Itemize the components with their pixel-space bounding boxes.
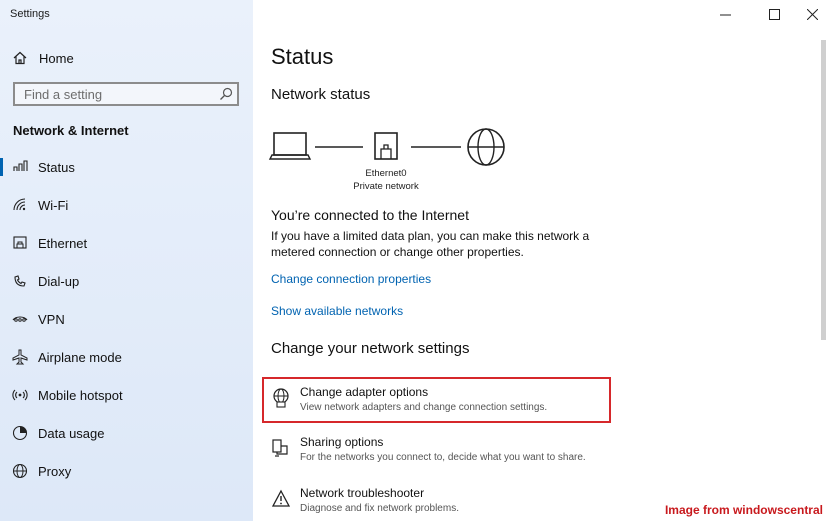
sidebar-nav: Status Wi-Fi Ethernet Dial-up VPN Airpla…	[0, 148, 253, 490]
sidebar-item-label: Mobile hotspot	[38, 387, 123, 403]
sidebar-item-label: VPN	[38, 311, 65, 327]
sidebar-item-wifi[interactable]: Wi-Fi	[0, 186, 253, 224]
home-icon	[13, 51, 27, 65]
minimize-button[interactable]	[707, 0, 743, 28]
sidebar-item-label: Wi-Fi	[38, 197, 69, 213]
warning-icon	[271, 489, 291, 507]
connection-status-heading: You’re connected to the Internet	[271, 207, 469, 223]
sharing-options[interactable]: Sharing options For the networks you con…	[268, 435, 608, 473]
highlight-box	[262, 377, 611, 423]
status-icon	[13, 160, 28, 171]
maximize-button[interactable]	[756, 0, 792, 28]
sidebar-item-status[interactable]: Status	[0, 148, 253, 186]
home-label: Home	[39, 50, 74, 66]
ethernet-adapter-icon	[374, 132, 398, 160]
sidebar-item-label: Airplane mode	[38, 349, 122, 365]
hotspot-icon	[12, 389, 28, 401]
network-type: Private network	[353, 181, 419, 192]
sidebar-item-label: Ethernet	[38, 235, 88, 251]
sidebar-item-proxy[interactable]: Proxy	[0, 452, 253, 490]
section-title: Network & Internet	[13, 123, 129, 138]
dialup-icon	[14, 275, 26, 287]
data-usage-icon	[12, 425, 28, 441]
laptop-icon	[268, 132, 312, 160]
option-subtitle: Diagnose and fix network problems.	[300, 503, 459, 514]
search-icon[interactable]	[219, 87, 233, 101]
sidebar-item-label: Data usage	[38, 425, 105, 441]
network-status-heading: Network status	[271, 86, 371, 103]
home-nav-item[interactable]: Home	[13, 48, 74, 68]
option-title: Network troubleshooter	[300, 486, 425, 500]
close-icon	[806, 8, 818, 20]
sidebar-item-data-usage[interactable]: Data usage	[0, 414, 253, 452]
option-subtitle: For the networks you connect to, decide …	[300, 452, 586, 463]
sidebar-item-airplane-mode[interactable]: Airplane mode	[0, 338, 253, 376]
change-settings-heading: Change your network settings	[271, 340, 470, 357]
vpn-icon	[12, 316, 28, 322]
sidebar-item-mobile-hotspot[interactable]: Mobile hotspot	[0, 376, 253, 414]
search-box[interactable]	[13, 82, 239, 106]
internet-globe-icon	[467, 128, 505, 166]
close-button[interactable]	[794, 0, 830, 28]
sidebar-item-dialup[interactable]: Dial-up	[0, 262, 253, 300]
change-connection-properties-link[interactable]: Change connection properties	[271, 272, 431, 286]
globe-icon	[12, 463, 28, 479]
adapter-name: Ethernet0	[365, 168, 407, 179]
network-troubleshooter[interactable]: Network troubleshooter Diagnose and fix …	[268, 486, 608, 524]
airplane-icon	[12, 349, 28, 365]
show-available-networks-link[interactable]: Show available networks	[271, 304, 403, 318]
image-credit: Image from windowscentral	[664, 503, 823, 517]
sidebar-item-ethernet[interactable]: Ethernet	[0, 224, 253, 262]
network-diagram	[268, 128, 505, 166]
sharing-icon	[272, 439, 288, 457]
sidebar: Settings Home Network & Internet Status …	[0, 0, 253, 521]
option-title: Sharing options	[300, 435, 384, 449]
sidebar-item-label: Proxy	[38, 463, 72, 479]
sidebar-item-vpn[interactable]: VPN	[0, 300, 253, 338]
wifi-icon	[13, 198, 26, 211]
minimize-icon	[719, 14, 731, 15]
search-input[interactable]	[22, 85, 216, 103]
app-title: Settings	[10, 8, 50, 20]
ethernet-icon	[13, 236, 27, 249]
sidebar-item-label: Status	[38, 159, 75, 175]
scrollbar[interactable]	[821, 40, 826, 340]
connection-status-description: If you have a limited data plan, you can…	[271, 229, 590, 259]
maximize-icon	[768, 8, 780, 20]
sidebar-item-label: Dial-up	[38, 273, 80, 289]
page-title: Status	[271, 44, 334, 69]
